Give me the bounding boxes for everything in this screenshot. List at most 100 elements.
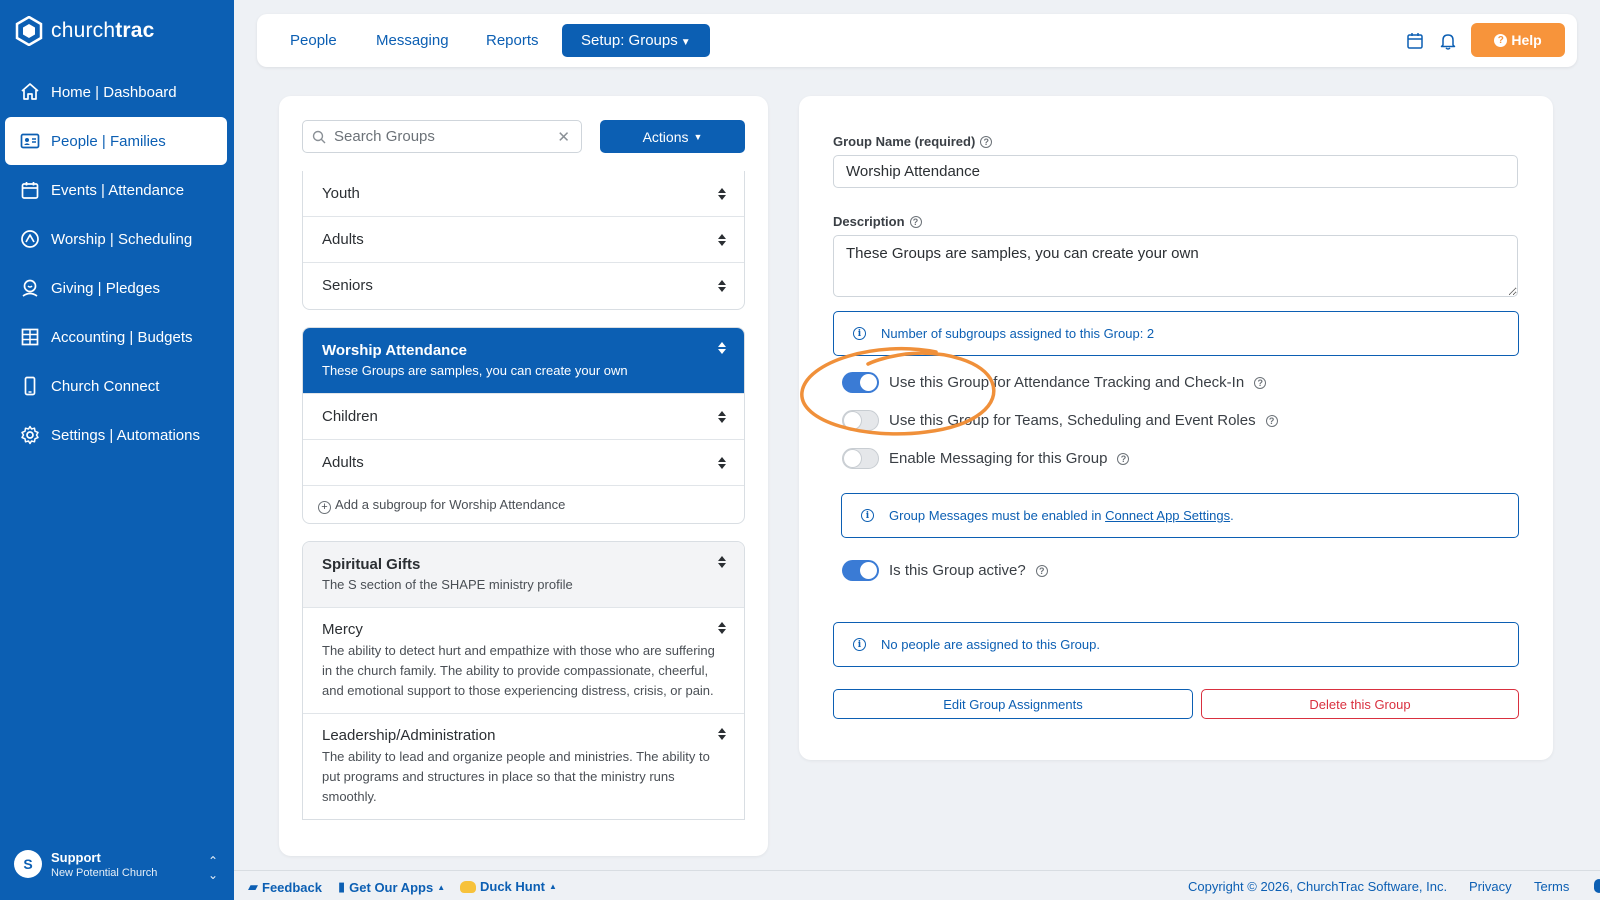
tab-people[interactable]: People xyxy=(271,24,356,57)
sort-icon[interactable] xyxy=(717,342,727,354)
group-name: Youth xyxy=(322,185,360,202)
sidebar-item-worship[interactable]: Worship | Scheduling xyxy=(5,215,227,263)
toggle-knob xyxy=(844,412,861,429)
sort-icon[interactable] xyxy=(717,188,727,200)
help-button[interactable]: ? Help xyxy=(1471,23,1565,57)
sort-icon[interactable] xyxy=(717,556,727,568)
chat-launcher-icon[interactable] xyxy=(1594,879,1600,893)
messaging-toggle[interactable] xyxy=(842,448,879,469)
list-item[interactable]: Adults xyxy=(303,217,744,263)
sort-icon[interactable] xyxy=(717,622,727,634)
terms-link[interactable]: Terms xyxy=(1534,879,1569,894)
list-item[interactable]: Seniors xyxy=(303,263,744,309)
sidebar-item-home[interactable]: Home | Dashboard xyxy=(5,68,227,116)
tab-setup-groups[interactable]: Setup: Groups ▼ xyxy=(562,24,710,57)
messaging-toggle-row: Enable Messaging for this Group ? xyxy=(842,448,1130,469)
get-apps-link[interactable]: ▮ Get Our Apps ▲ xyxy=(338,879,445,895)
clear-search-icon[interactable]: ✕ xyxy=(557,128,570,146)
caret-up-icon: ▲ xyxy=(549,882,557,891)
active-toggle-label: Is this Group active? xyxy=(889,562,1026,579)
group-name-label: Group Name (required)? xyxy=(833,134,993,149)
sidebar-item-label: Events | Attendance xyxy=(51,181,185,199)
group-name-label-text: Group Name (required) xyxy=(833,134,976,149)
question-circle-icon[interactable]: ? xyxy=(980,135,993,148)
attendance-toggle[interactable] xyxy=(842,372,879,393)
search-input[interactable] xyxy=(334,128,544,145)
group-name-field[interactable] xyxy=(833,155,1518,188)
sort-icon[interactable] xyxy=(717,457,727,469)
get-apps-label: Get Our Apps xyxy=(349,879,434,895)
calendar-icon[interactable] xyxy=(1404,30,1426,52)
question-circle-icon[interactable]: ? xyxy=(1254,376,1267,389)
connect-app-settings-link[interactable]: Connect App Settings xyxy=(1105,508,1230,523)
group-description: These Groups are samples, you can create… xyxy=(322,363,628,378)
toggle-knob xyxy=(844,450,861,467)
list-item[interactable]: Children xyxy=(303,394,744,440)
info-icon: i xyxy=(861,509,874,522)
calendar-icon xyxy=(19,179,41,201)
list-item[interactable]: Adults xyxy=(303,440,744,486)
privacy-link[interactable]: Privacy xyxy=(1469,879,1512,894)
duck-hunt-label: Duck Hunt xyxy=(480,879,545,894)
caret-down-icon: ▼ xyxy=(693,131,703,142)
info-icon: i xyxy=(853,638,866,651)
sort-icon[interactable] xyxy=(717,234,727,246)
add-subgroup-link[interactable]: + Add a subgroup for Worship Attendance xyxy=(303,486,744,523)
sidebar-item-label: Giving | Pledges xyxy=(51,279,160,297)
bell-icon[interactable] xyxy=(1437,30,1459,52)
actions-button[interactable]: Actions ▼ xyxy=(600,120,745,153)
question-circle-icon[interactable]: ? xyxy=(1265,414,1278,427)
people-info-text: No people are assigned to this Group. xyxy=(881,637,1100,652)
churchtrac-logo-icon xyxy=(15,16,43,46)
tab-messaging[interactable]: Messaging xyxy=(357,24,468,57)
search-icon xyxy=(312,130,326,143)
question-circle-icon[interactable]: ? xyxy=(1035,564,1048,577)
sidebar-nav: Home | Dashboard People | Families Event… xyxy=(5,68,227,460)
group-header[interactable]: Spiritual Gifts The S section of the SHA… xyxy=(303,542,744,608)
group-header-selected[interactable]: Worship Attendance These Groups are samp… xyxy=(303,328,744,394)
logo[interactable]: churchtrac xyxy=(14,16,155,46)
messages-info-text: Group Messages must be enabled in Connec… xyxy=(889,508,1234,523)
group-name: Adults xyxy=(322,231,364,248)
duck-hunt-link[interactable]: Duck Hunt ▲ xyxy=(460,879,557,894)
duck-icon xyxy=(460,880,476,893)
gear-icon xyxy=(19,424,41,446)
sidebar-item-events[interactable]: Events | Attendance xyxy=(5,166,227,214)
active-toggle[interactable] xyxy=(842,560,879,581)
teams-toggle-label: Use this Group for Teams, Scheduling and… xyxy=(889,412,1256,429)
sort-icon[interactable] xyxy=(717,728,727,740)
sort-icon[interactable] xyxy=(717,411,727,423)
sidebar-item-label: Accounting | Budgets xyxy=(51,328,193,346)
sort-icon[interactable] xyxy=(717,280,727,292)
tab-reports[interactable]: Reports xyxy=(467,24,558,57)
sidebar-item-giving[interactable]: Giving | Pledges xyxy=(5,264,227,312)
sidebar-item-label: Church Connect xyxy=(51,377,160,395)
question-circle-icon[interactable]: ? xyxy=(909,215,922,228)
sidebar-item-accounting[interactable]: Accounting | Budgets xyxy=(5,313,227,361)
chat-icon: ▰ xyxy=(248,879,258,894)
feedback-link[interactable]: ▰ Feedback xyxy=(248,879,322,895)
messages-info-prefix: Group Messages must be enabled in xyxy=(889,508,1106,523)
caret-down-icon: ▼ xyxy=(680,37,691,48)
delete-group-button[interactable]: Delete this Group xyxy=(1201,689,1519,719)
list-item[interactable]: Mercy The ability to detect hurt and emp… xyxy=(303,608,744,714)
sidebar-item-church-connect[interactable]: Church Connect xyxy=(5,362,227,410)
sidebar-item-settings[interactable]: Settings | Automations xyxy=(5,411,227,459)
list-item[interactable]: Leadership/Administration The ability to… xyxy=(303,714,744,819)
caret-up-icon: ▲ xyxy=(437,882,446,892)
user-menu[interactable]: S Support New Potential Church ⌃ ⌄ xyxy=(14,842,222,886)
attendance-toggle-label: Use this Group for Attendance Tracking a… xyxy=(889,374,1245,391)
subgroups-info-alert: i Number of subgroups assigned to this G… xyxy=(833,311,1519,356)
list-item[interactable]: Youth xyxy=(303,171,744,217)
groups-list-panel: ✕ Actions ▼ Youth Adults Seniors Worship … xyxy=(279,96,768,856)
subgroup-name: Leadership/Administration xyxy=(322,727,496,744)
question-circle-icon[interactable]: ? xyxy=(1117,452,1130,465)
sidebar-item-people[interactable]: People | Families xyxy=(5,117,227,165)
subgroup-name: Children xyxy=(322,408,378,425)
description-field[interactable]: These Groups are samples, you can create… xyxy=(833,235,1518,297)
edit-group-assignments-button[interactable]: Edit Group Assignments xyxy=(833,689,1193,719)
teams-toggle[interactable] xyxy=(842,410,879,431)
subgroup-description: The ability to lead and organize people … xyxy=(322,749,710,804)
feedback-label: Feedback xyxy=(262,879,322,895)
description-label-text: Description xyxy=(833,214,905,229)
